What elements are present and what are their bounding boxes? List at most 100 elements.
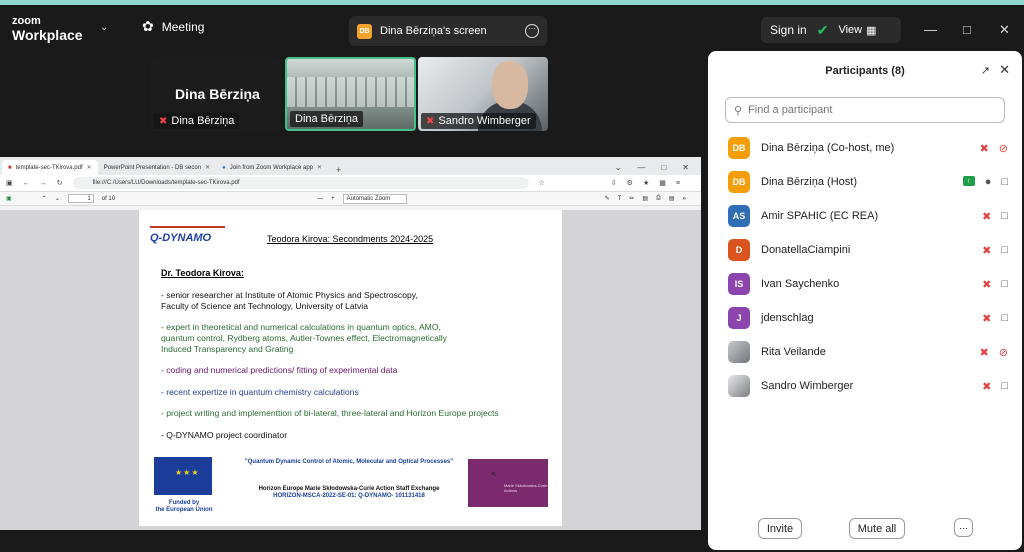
video-off-icon[interactable]: ⊘ xyxy=(999,346,1008,359)
video-thumbnail-dina-1[interactable]: Dina Bērziņa ✖ Dina Bērziņa xyxy=(151,57,281,131)
browser-tab-zoom[interactable]: ● Join from Zoom Workplace app ✕ xyxy=(216,160,328,175)
participant-row[interactable]: Rita Veilande ✖ ⊘ xyxy=(708,335,1022,369)
participant-row[interactable]: DB Dina Bērziņa (Co-host, me) ✖ ⊘ xyxy=(708,131,1022,165)
video-off-icon[interactable]: ⊘ xyxy=(999,142,1008,155)
sign-in-button[interactable]: Sign in xyxy=(770,23,807,37)
pdf-viewport[interactable]: Q-DYNAMO Teodora Kirova: Secondments 202… xyxy=(0,210,701,530)
zoom-select[interactable]: Automatic Zoom xyxy=(342,193,407,204)
participant-search[interactable]: ⚲ xyxy=(725,97,1005,123)
zoom-in-icon[interactable]: + xyxy=(331,196,335,202)
close-tab-icon[interactable]: ✕ xyxy=(205,164,210,171)
maximize-icon[interactable]: □ xyxy=(661,163,666,172)
participant-status-icons: ✖ □ xyxy=(960,244,1022,257)
collections-icon[interactable]: ▦ xyxy=(659,179,666,187)
page-up-icon[interactable]: ⌃ xyxy=(42,195,47,202)
back-icon[interactable]: ← xyxy=(23,180,30,187)
view-button[interactable]: View ▦ xyxy=(838,24,876,37)
video-icon[interactable]: □ xyxy=(1001,380,1008,393)
mic-muted-icon[interactable]: ✖ xyxy=(982,244,991,257)
meeting-menu[interactable]: ✿ Meeting xyxy=(142,18,204,35)
mic-muted-icon[interactable]: ✖ xyxy=(982,312,991,325)
pop-out-icon[interactable]: ↗ xyxy=(981,64,990,77)
participant-row[interactable]: IS Ivan Saychenko ✖ □ xyxy=(708,267,1022,301)
highlight-icon[interactable]: ✎ xyxy=(605,195,610,202)
text-icon[interactable]: T xyxy=(618,196,622,202)
menu-icon[interactable]: ≡ xyxy=(676,180,680,187)
close-tab-icon[interactable]: ✕ xyxy=(87,164,92,171)
more-options-button[interactable]: ··· xyxy=(954,518,973,537)
paw-icon: ✿ xyxy=(142,18,154,34)
save-icon[interactable]: ▤ xyxy=(669,195,675,202)
panel-title: Participants (8) xyxy=(825,65,905,77)
participant-row[interactable]: Sandro Wimberger ✖ □ xyxy=(708,369,1022,403)
forward-icon[interactable]: → xyxy=(40,180,47,187)
mic-muted-icon[interactable]: ✖ xyxy=(982,278,991,291)
video-icon[interactable]: □ xyxy=(1001,244,1008,257)
pdf-page: Q-DYNAMO Teodora Kirova: Secondments 202… xyxy=(139,210,562,526)
mic-muted-icon[interactable]: ✖ xyxy=(982,210,991,223)
screen-share-icon: ↑ xyxy=(962,176,975,186)
extensions-icon[interactable]: ⚙ xyxy=(627,179,633,187)
page-total: of 10 xyxy=(101,195,116,202)
shield-check-icon[interactable]: ✔ xyxy=(817,22,829,39)
participant-row[interactable]: D DonatellaCiampini ✖ □ xyxy=(708,233,1022,267)
draw-icon[interactable]: ✏ xyxy=(629,195,634,202)
participant-status-icons: ✖ ⊘ xyxy=(960,346,1022,359)
video-icon[interactable]: □ xyxy=(1001,278,1008,291)
researcher-name: Dr. Teodora Kirova: xyxy=(161,268,244,278)
minimize-icon[interactable]: — xyxy=(637,163,645,172)
project-funding-text: Horizon Europe Marie Skłodowska-Curie Ac… xyxy=(258,486,440,499)
participant-row[interactable]: Jjdenschlag ✖ □ xyxy=(708,301,1022,335)
chevron-down-icon[interactable]: ⌄ xyxy=(615,163,622,172)
more-tools-icon[interactable]: » xyxy=(683,196,686,202)
close-window-icon[interactable]: ✕ xyxy=(999,22,1010,38)
favorites-icon[interactable]: ★ xyxy=(643,179,649,187)
video-icon[interactable]: □ xyxy=(1001,210,1008,223)
search-input[interactable] xyxy=(748,104,989,116)
print-icon[interactable]: ⎙ xyxy=(656,195,661,202)
close-tab-icon[interactable]: ✕ xyxy=(317,164,322,171)
video-icon[interactable]: □ xyxy=(1001,176,1008,188)
zoom-logo[interactable]: zoom Workplace xyxy=(12,15,83,43)
new-tab-icon[interactable]: + xyxy=(328,165,349,175)
sidebar-toggle-icon[interactable]: ▣ xyxy=(6,195,12,202)
q-dynamo-logo-wave xyxy=(150,226,225,231)
image-icon[interactable]: ▤ xyxy=(642,195,648,202)
share-screen-indicator[interactable]: DB Dina Bērziņa's screen ··· xyxy=(349,16,547,46)
chevron-down-icon[interactable]: ⌄ xyxy=(100,22,108,33)
url-field[interactable]: file:///C:/Users/LU/Downloads/template-s… xyxy=(72,177,529,189)
page-down-icon[interactable]: ⌄ xyxy=(55,195,60,202)
browser-tab-pdf[interactable]: ■ template-sec-TKirova.pdf ✕ xyxy=(2,160,98,175)
close-icon[interactable]: ✕ xyxy=(999,62,1010,78)
mic-muted-icon[interactable]: ✖ xyxy=(980,142,989,155)
participant-row[interactable]: AS Amir SPAHIC (EC REA) ✖ □ xyxy=(708,199,1022,233)
participants-panel: Participants (8) ↗ ✕ ⚲ DB Dina Bērziņa (C… xyxy=(708,51,1022,550)
pdf-toolbar: ▣ ⌃ ⌄ 1 of 10 — + Automatic Zoom ✎ T ✏ ▤… xyxy=(0,192,701,206)
page-number-input[interactable]: 1 xyxy=(67,194,94,203)
invite-button[interactable]: Invite xyxy=(758,518,802,539)
tabs-icon[interactable]: ▣ xyxy=(6,179,13,187)
sharer-avatar: DB xyxy=(357,23,372,39)
mic-muted-icon[interactable]: ✖ xyxy=(980,346,989,359)
more-icon[interactable]: ··· xyxy=(525,24,539,38)
browser-tab-ppt[interactable]: PowerPoint Presentation - DB secon ✕ xyxy=(98,160,216,175)
maximize-icon[interactable]: □ xyxy=(963,22,971,37)
q-dynamo-logo: Q-DYNAMO xyxy=(150,232,212,244)
reload-icon[interactable]: ↻ xyxy=(57,179,63,187)
participant-row[interactable]: DB Dina Bērziņa (Host) ↑ ● □ xyxy=(708,165,1022,199)
star-icon[interactable]: ☆ xyxy=(539,179,545,187)
video-thumbnail-dina-2[interactable]: Dina Bērziņa xyxy=(285,57,416,131)
share-title: Dina Bērziņa's screen xyxy=(380,25,487,37)
download-icon[interactable]: ⇩ xyxy=(611,179,617,187)
participant-name: Dina Bērziņa (Host) xyxy=(761,176,857,188)
mic-icon[interactable]: ● xyxy=(985,176,992,188)
video-icon[interactable]: □ xyxy=(1001,312,1008,325)
mute-all-button[interactable]: Mute all xyxy=(849,518,905,539)
minimize-icon[interactable]: — xyxy=(924,22,937,37)
logo-zoom-text: zoom xyxy=(12,15,41,27)
close-window-icon[interactable]: ✕ xyxy=(682,163,689,172)
zoom-out-icon[interactable]: — xyxy=(317,196,323,202)
msca-label: Marie Skłodowska-Curie Actions xyxy=(504,483,548,493)
video-thumbnail-sandro[interactable]: ✖ Sandro Wimberger xyxy=(418,57,548,131)
mic-muted-icon[interactable]: ✖ xyxy=(982,380,991,393)
